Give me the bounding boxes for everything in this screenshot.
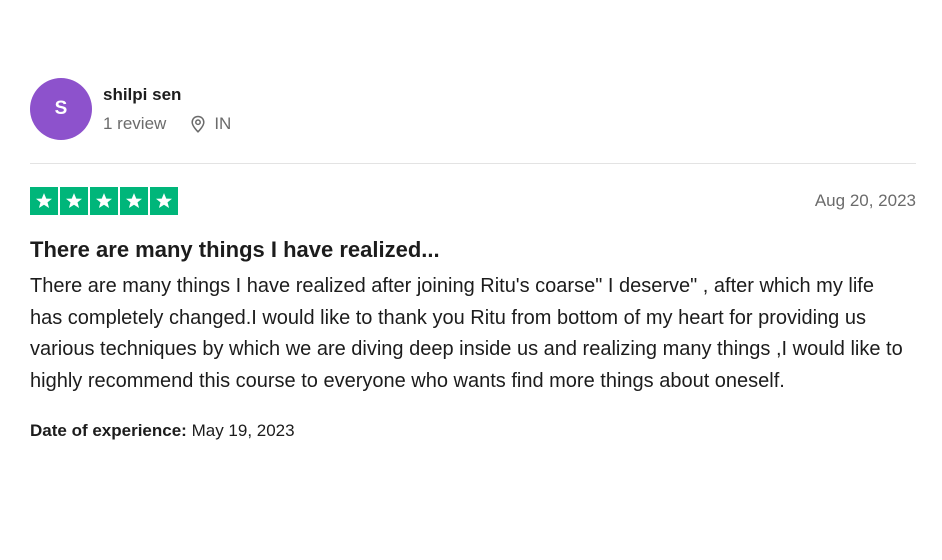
review-title[interactable]: There are many things I have realized... [30,236,916,264]
experience-date: May 19, 2023 [191,421,295,440]
star-icon [120,187,148,215]
star-icon [150,187,178,215]
star-icon [90,187,118,215]
reviewer-meta: shilpi sen 1 review IN [103,78,231,140]
review-count[interactable]: 1 review [103,114,166,134]
reviewer-header: S shilpi sen 1 review IN [30,78,916,140]
reviewer-name[interactable]: shilpi sen [103,85,231,105]
star-rating [30,187,180,215]
review-date: Aug 20, 2023 [814,191,916,210]
reviewer-stats: 1 review IN [103,114,231,134]
star-icon [60,187,88,215]
divider [30,163,916,164]
rating-row: Aug 20, 2023 [30,187,916,215]
date-of-experience: Date of experience: May 19, 2023 [30,420,916,442]
star-icon [30,187,58,215]
reviewer-country: IN [214,113,232,133]
review-card: S shilpi sen 1 review IN Aug 20, 2023 Th… [30,78,916,442]
experience-label: Date of experience: [30,421,187,440]
avatar[interactable]: S [30,78,92,140]
location-pin-icon [188,114,208,134]
review-body: There are many things I have realized af… [30,275,903,392]
reviewer-location: IN [188,114,231,134]
